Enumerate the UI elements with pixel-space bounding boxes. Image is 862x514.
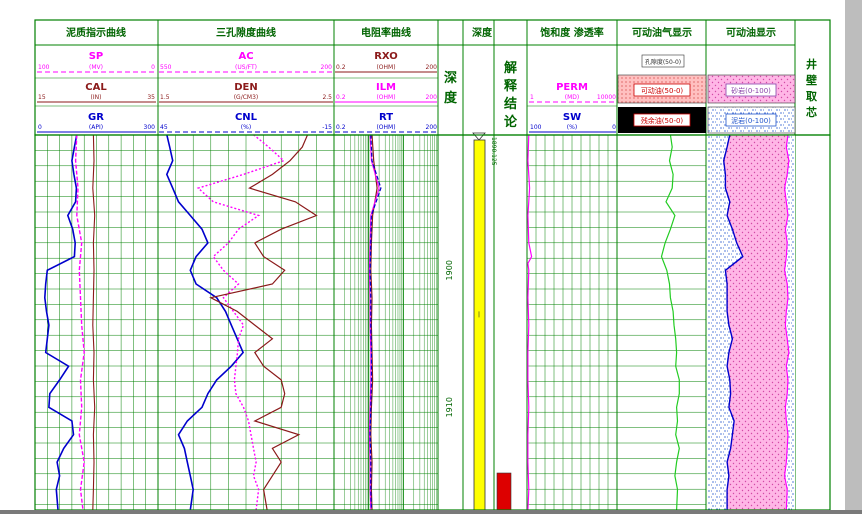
perm-max: 10000: [597, 94, 616, 101]
rxo-min: 0.2: [336, 64, 346, 71]
depth-tick-1910: 1910: [445, 397, 454, 417]
sp-unit: (MV): [89, 64, 103, 71]
porosity-legend-label: 孔隙度(50-0): [645, 58, 681, 66]
cal-max: 35: [147, 94, 155, 101]
den-min: 1.5: [160, 94, 170, 101]
cnl-label: CNL: [235, 112, 258, 123]
shale-legend-label: 泥岩(0-100): [731, 116, 771, 125]
depth-tick-1900: 1900: [445, 260, 454, 280]
track2-header: 三孔隙度曲线: [216, 26, 276, 39]
sp-min: 100: [38, 64, 50, 71]
track3-header: 电阻率曲线: [361, 26, 411, 39]
ilm-max: 200: [426, 94, 438, 101]
gr-max: 300: [144, 124, 156, 131]
cnl-unit: (%): [241, 124, 251, 131]
perm-min: 1: [530, 94, 534, 101]
rxo-max: 200: [426, 64, 438, 71]
scrollbar-track[interactable]: [845, 0, 862, 510]
rt-min: 0.2: [336, 124, 346, 131]
den-label: DEN: [234, 82, 258, 93]
well-log-plot: 泥质指示曲线 SP (MV) 100 0 CAL (IN) 15 35 GR (…: [0, 0, 862, 511]
cnl-max: -15: [322, 124, 332, 131]
track6-header: 饱和度 渗透率: [540, 26, 603, 39]
ilm-min: 0.2: [336, 94, 346, 101]
rxo-unit: (OHM): [376, 64, 395, 71]
ac-unit: (US/FT): [235, 64, 257, 71]
movable-oil-legend-label: 可动油(50-0): [641, 86, 684, 95]
gr-label: GR: [88, 112, 104, 123]
log-chart: 泥质指示曲线 SP (MV) 100 0 CAL (IN) 15 35 GR (…: [0, 0, 862, 511]
cal-min: 15: [38, 94, 46, 101]
sand-fill: [723, 134, 789, 510]
ilm-unit: (OHM): [376, 94, 395, 101]
ac-label: AC: [238, 51, 253, 62]
perm-unit: (MD): [565, 94, 579, 101]
rxo-label: RXO: [374, 51, 398, 62]
sw-label: SW: [563, 112, 581, 123]
rt-max: 200: [426, 124, 438, 131]
gr-min: 0: [38, 124, 42, 131]
ilm-label: ILM: [376, 82, 396, 93]
gr-unit: (API): [89, 124, 103, 131]
interpretation-block: [496, 472, 512, 511]
cal-unit: (IN): [91, 94, 102, 101]
sp-max: 0: [151, 64, 155, 71]
depth-top-label: 1890.125: [490, 137, 497, 166]
track7-header: 可动油气显示: [632, 26, 692, 39]
track8-header: 可动油显示: [726, 26, 776, 39]
den-max: 2.5: [322, 94, 332, 101]
sw-min: 100: [530, 124, 542, 131]
sp-label: SP: [89, 51, 104, 62]
sand-legend-label: 砂岩(0-100): [731, 86, 771, 95]
residual-oil-legend-label: 残余油(50-0): [641, 116, 684, 125]
den-unit: (G/CM3): [234, 94, 259, 101]
ac-min: 550: [160, 64, 172, 71]
sw-unit: (%): [567, 124, 577, 131]
sw-max: 0: [612, 124, 616, 131]
track1-header: 泥质指示曲线: [66, 26, 126, 39]
ac-max: 200: [321, 64, 333, 71]
depth-bar: [473, 139, 486, 511]
rt-unit: (OHM): [376, 124, 395, 131]
cal-label: CAL: [85, 82, 107, 93]
rt-label: RT: [379, 112, 393, 123]
cnl-min: 45: [160, 124, 168, 131]
track4-header: 深度: [472, 26, 493, 39]
perm-label: PERM: [556, 82, 588, 93]
